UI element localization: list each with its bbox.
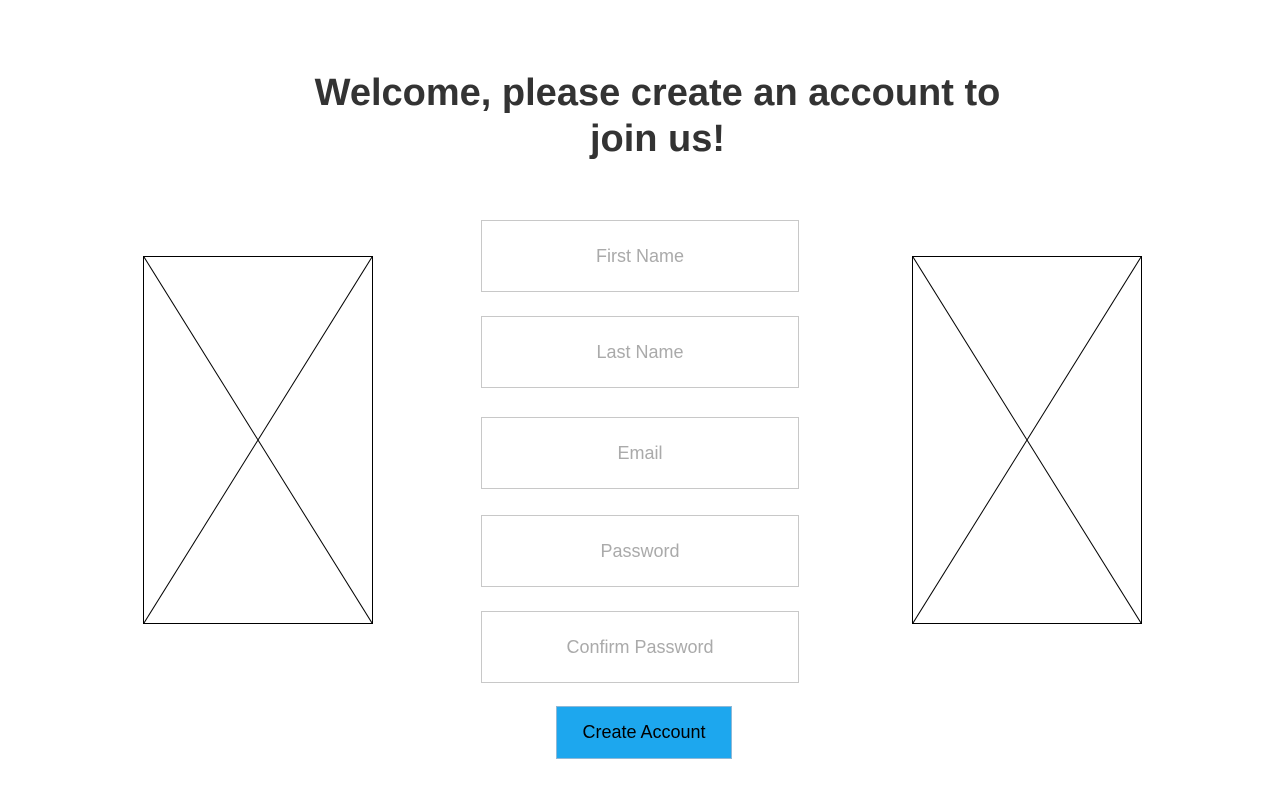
right-image-placeholder	[912, 256, 1142, 624]
create-account-button[interactable]: Create Account	[556, 706, 732, 759]
left-image-placeholder	[143, 256, 373, 624]
last-name-input[interactable]	[481, 316, 799, 388]
image-placeholder-icon	[144, 257, 372, 623]
password-input[interactable]	[481, 515, 799, 587]
image-placeholder-icon	[913, 257, 1141, 623]
first-name-input[interactable]	[481, 220, 799, 292]
page-title: Welcome, please create an account to joi…	[314, 72, 1001, 160]
signup-page: Welcome, please create an account to joi…	[0, 0, 1280, 800]
confirm-password-input[interactable]	[481, 611, 799, 683]
email-input[interactable]	[481, 417, 799, 489]
